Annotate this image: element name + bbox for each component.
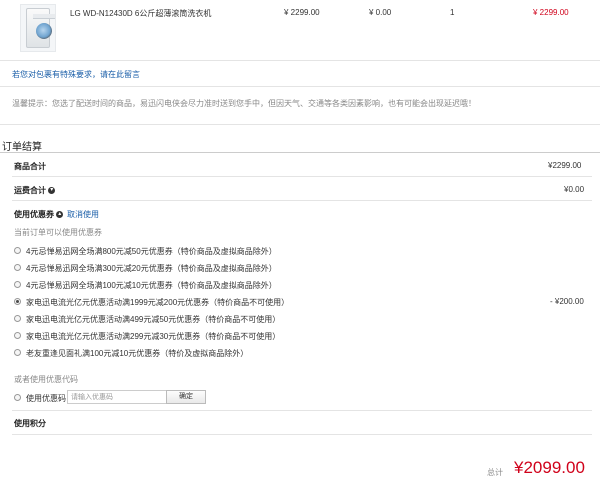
coupon-radio[interactable] (14, 332, 21, 339)
shipping-value: ¥0.00 (564, 185, 585, 194)
or-code-label: 或者使用优惠代码 (14, 375, 78, 384)
divider (0, 86, 600, 87)
coupon-available-note: 当前订单可以使用优惠券 (14, 228, 102, 237)
product-unit-price: ¥ 2299.00 (284, 8, 320, 17)
chevron-down-icon[interactable]: ▾ (48, 187, 56, 195)
cancel-coupon-link[interactable]: 取消使用 (67, 209, 99, 220)
coupon-radio[interactable] (14, 264, 21, 271)
goods-total-label: 商品合计 (14, 162, 46, 171)
product-name[interactable]: LG WD-N12430D 6公斤超薄滚筒洗衣机 (70, 8, 211, 19)
coupon-label: 使用优惠券 (14, 210, 54, 219)
coupon-radio[interactable] (14, 349, 21, 356)
coupon-radio[interactable] (14, 247, 21, 254)
shipping-label: 运费合计 (14, 186, 46, 195)
divider (12, 434, 592, 435)
coupon-code-input[interactable] (67, 390, 167, 404)
shipping-toggle[interactable]: 运费合计 ▾ (14, 185, 56, 196)
divider (12, 410, 592, 411)
divider (12, 176, 592, 177)
coupon-discount-amount: - ¥200.00 (550, 297, 584, 306)
goods-total-value: ¥2299.00 (548, 161, 582, 170)
product-subtotal: ¥ 2299.00 (533, 8, 569, 17)
coupon-radio[interactable] (14, 281, 21, 288)
coupon-item-label[interactable]: 家电迅电流光亿元优惠活动满299元减30元优惠券（特价商品不可使用） (26, 331, 280, 342)
coupon-item-label[interactable]: 4元忌惮易迅网全场满100元减10元优惠券（特价商品及虚拟商品除外） (26, 280, 277, 291)
total-label: 总计 (487, 468, 503, 477)
total-value: ¥2099.00 (514, 458, 585, 477)
product-image[interactable] (20, 4, 56, 52)
coupon-item-label[interactable]: 家电迅电流光亿元优惠活动满499元减50元优惠券（特价商品不可使用） (26, 314, 280, 325)
packaging-note-link[interactable]: 若您对包裹有特殊要求，请在此留言 (12, 69, 140, 80)
coupon-item-label[interactable]: 家电迅电流光亿元优惠活动满1999元减200元优惠券（特价商品不可使用） (26, 297, 289, 308)
divider (0, 60, 600, 61)
confirm-button[interactable]: 确定 (166, 390, 206, 404)
coupon-item-label[interactable]: 4元忌惮易迅网全场满800元减50元优惠券（特价商品及虚拟商品除外） (26, 246, 277, 257)
washing-machine-icon (26, 8, 55, 48)
divider (0, 152, 600, 153)
chevron-up-icon[interactable]: ▴ (56, 211, 64, 219)
use-code-radio[interactable] (14, 394, 21, 401)
divider (12, 200, 592, 201)
coupon-radio[interactable] (14, 298, 21, 305)
divider (0, 124, 600, 125)
coupon-item-label[interactable]: 4元忌惮易迅网全场满300元减20元优惠券（特价商品及虚拟商品除外） (26, 263, 277, 274)
coupon-item-label[interactable]: 老友重逢见面礼满100元减10元优惠券（特价及虚拟商品除外） (26, 348, 248, 359)
product-quantity: 1 (450, 8, 455, 17)
settlement-title: 订单结算 (2, 142, 42, 153)
coupon-toggle[interactable]: 使用优惠券 ▴ (14, 209, 64, 220)
use-code-label: 使用优惠码 (26, 394, 66, 403)
coupon-radio[interactable] (14, 315, 21, 322)
use-points-label[interactable]: 使用积分 (14, 418, 46, 429)
warm-tip: 温馨提示：您选了配送时间的商品，易迅闪电侠会尽力准时送到您手中，但因天气、交通等… (12, 99, 476, 108)
product-discount: ¥ 0.00 (369, 8, 392, 17)
